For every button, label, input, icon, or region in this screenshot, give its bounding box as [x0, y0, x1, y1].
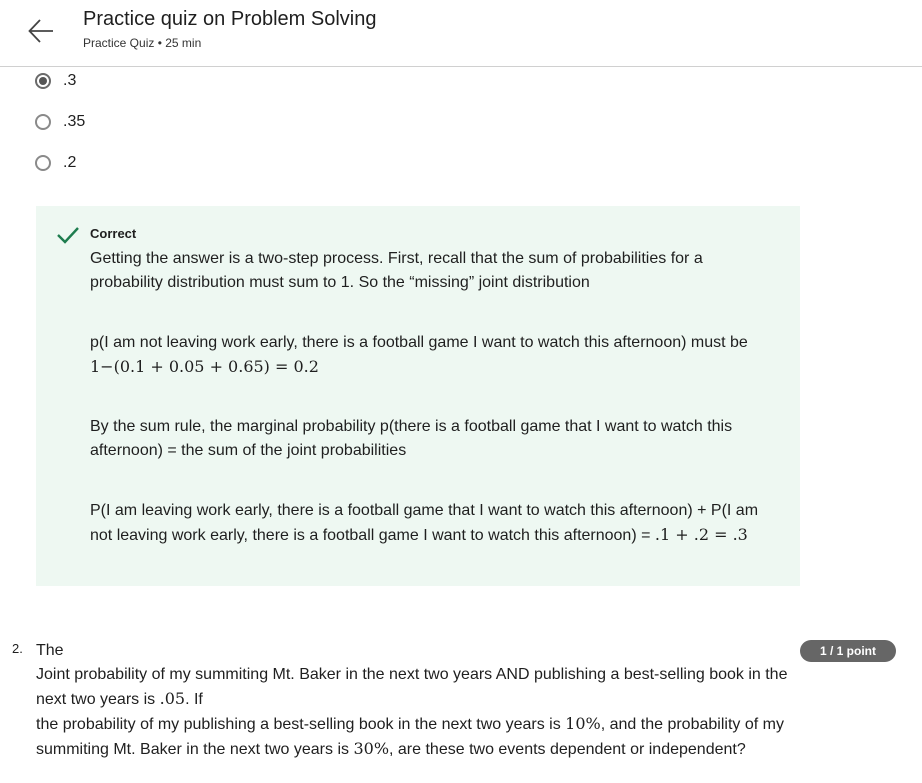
radio-selected-icon[interactable] — [35, 73, 51, 89]
answer-option-2[interactable]: .35 — [35, 111, 85, 133]
question-text-segment: . If — [185, 691, 203, 708]
page-title: Practice quiz on Problem Solving — [83, 8, 377, 30]
feedback-paragraph-1: Getting the answer is a two-step process… — [90, 250, 703, 291]
answer-option-label: .35 — [63, 113, 86, 130]
checkmark-icon — [57, 227, 79, 244]
arrow-left-icon — [28, 19, 53, 43]
feedback-paragraph-2: p(I am not leaving work early, there is … — [90, 331, 780, 380]
question-text-segment: , are these two events dependent or inde… — [389, 741, 746, 758]
quiz-content: .3 .35 .2 Correct Getting the answer is … — [0, 67, 922, 783]
question-text: The Joint probability of my summiting Mt… — [36, 639, 788, 762]
feedback-paragraph-4: P(I am leaving work early, there is a fo… — [90, 499, 780, 548]
feedback-text: p(I am not leaving work early, there is … — [90, 334, 748, 351]
back-button[interactable] — [26, 16, 56, 46]
math-expression: .05 — [159, 689, 186, 708]
feedback-panel: Correct Getting the answer is a two-step… — [36, 206, 800, 586]
quiz-meta: Practice Quiz • 25 min — [83, 36, 202, 50]
question-text-segment: Joint probability of my summiting Mt. Ba… — [36, 666, 788, 708]
math-expression: 30% — [353, 739, 390, 758]
radio-unselected-icon[interactable] — [35, 114, 51, 130]
math-expression: 10% — [565, 714, 601, 733]
points-badge: 1 / 1 point — [800, 640, 896, 662]
question-line: Joint probability of my summiting Mt. Ba… — [36, 663, 788, 712]
feedback-status: Correct — [90, 226, 137, 241]
question-text-segment: the probability of my publishing a best-… — [36, 716, 566, 733]
feedback-paragraph-3: By the sum rule, the marginal probabilit… — [90, 418, 733, 459]
math-expression: 1−(0.1 + 0.05 + 0.65) = 0.2 — [90, 357, 319, 376]
answer-option-1[interactable]: .3 — [35, 70, 76, 92]
math-expression: .1 + .2 = .3 — [654, 525, 748, 544]
quiz-header: Practice quiz on Problem Solving Practic… — [0, 0, 922, 67]
answer-option-label: .3 — [63, 72, 77, 89]
answer-option-3[interactable]: .2 — [35, 152, 76, 174]
question-line: the probability of my publishing a best-… — [36, 712, 788, 762]
radio-unselected-icon[interactable] — [35, 155, 51, 171]
question-line: The — [36, 642, 64, 659]
answer-option-label: .2 — [63, 154, 77, 171]
question-number: 2. — [12, 641, 23, 656]
